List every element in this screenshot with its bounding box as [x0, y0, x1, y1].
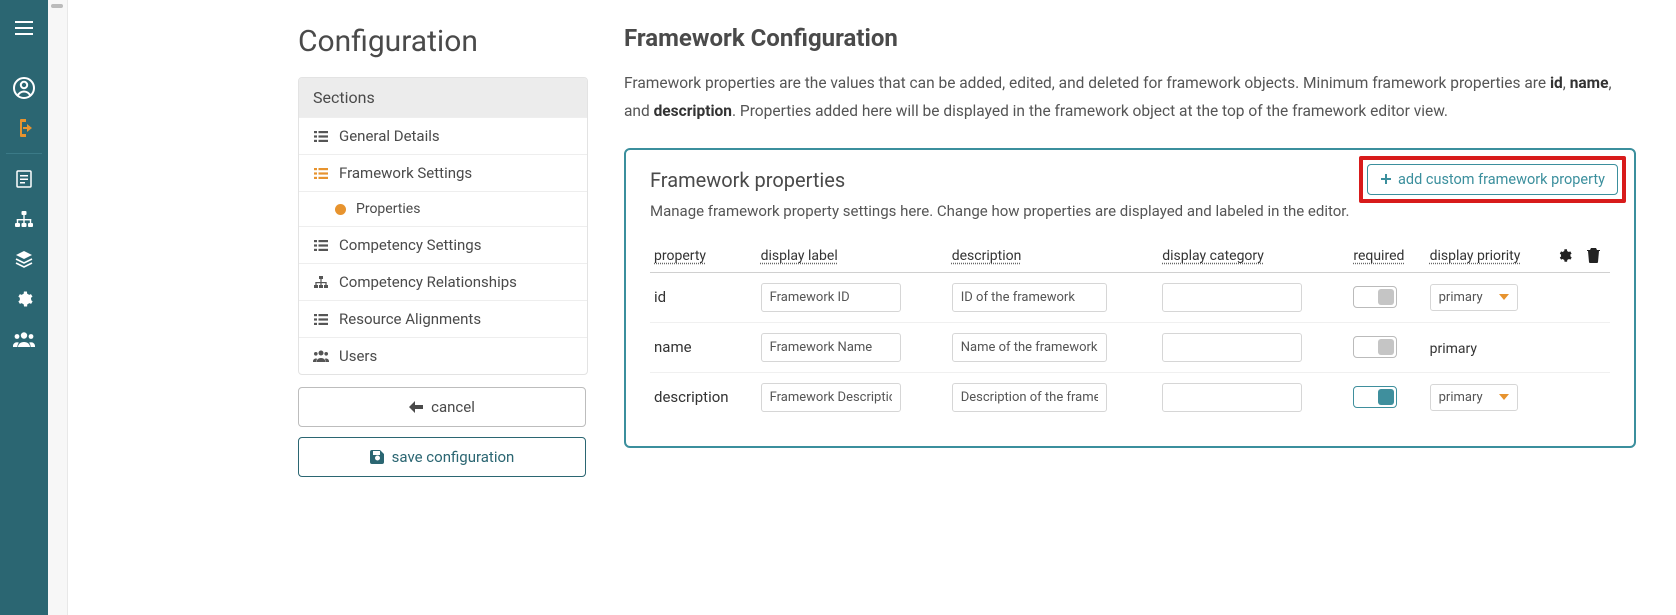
sitemap-icon [313, 276, 329, 288]
plus-icon [1380, 173, 1392, 185]
display-label-input[interactable] [761, 383, 901, 412]
section-label: Competency Settings [339, 236, 481, 254]
properties-table: property display label description displ… [650, 242, 1610, 422]
col-display-label: display label [757, 242, 948, 273]
property-name: name [650, 322, 757, 372]
col-property: property [650, 242, 757, 273]
col-display-category: display category [1158, 242, 1349, 273]
section-label: Competency Relationships [339, 273, 517, 291]
users-icon[interactable] [0, 319, 48, 359]
section-item-general-details[interactable]: General Details [299, 117, 587, 154]
table-row: description primary [650, 372, 1610, 422]
sitemap-icon[interactable] [0, 199, 48, 239]
priority-text: primary [1430, 341, 1477, 357]
list-icon [313, 240, 329, 251]
section-item-competency-settings[interactable]: Competency Settings [299, 226, 587, 263]
col-display-priority: display priority [1426, 242, 1554, 273]
col-settings [1553, 242, 1583, 273]
framework-properties-panel: Framework properties add custom framewor… [624, 148, 1636, 448]
display-category-input[interactable] [1162, 333, 1302, 362]
sections-header: Sections [299, 78, 587, 117]
panel-subtitle: Manage framework property settings here.… [650, 202, 1610, 220]
display-label-input[interactable] [761, 333, 901, 362]
save-button[interactable]: save configuration [298, 437, 586, 477]
highlight-annotation: add custom framework property [1359, 156, 1626, 203]
save-icon [370, 450, 384, 464]
description-input[interactable] [952, 333, 1107, 362]
description-input[interactable] [952, 283, 1107, 312]
section-label: Properties [356, 201, 420, 217]
logout-icon[interactable] [0, 108, 48, 148]
hamburger-icon[interactable] [0, 8, 48, 48]
framework-config-title: Framework Configuration [624, 24, 1636, 52]
framework-config-description: Framework properties are the values that… [624, 70, 1636, 126]
chevron-down-icon [1499, 394, 1509, 400]
page-title: Configuration [298, 24, 588, 59]
required-toggle[interactable] [1353, 386, 1397, 408]
cancel-button-label: cancel [431, 398, 475, 416]
add-button-label: add custom framework property [1398, 171, 1605, 188]
priority-select[interactable]: primary [1430, 284, 1518, 311]
scrollbar[interactable] [48, 0, 68, 615]
section-label: Resource Alignments [339, 310, 481, 328]
required-toggle[interactable] [1353, 336, 1397, 358]
section-item-framework-settings[interactable]: Framework Settings [299, 154, 587, 191]
gear-icon[interactable] [1557, 248, 1579, 263]
description-input[interactable] [952, 383, 1107, 412]
add-custom-property-button[interactable]: add custom framework property [1367, 164, 1618, 195]
list-icon [313, 168, 329, 179]
table-row: id primary [650, 272, 1610, 322]
panel-title: Framework properties [650, 168, 845, 192]
section-item-resource-alignments[interactable]: Resource Alignments [299, 300, 587, 337]
user-circle-icon[interactable] [0, 68, 48, 108]
cancel-button[interactable]: cancel [298, 387, 586, 427]
users-icon [313, 350, 329, 362]
layers-icon[interactable] [0, 239, 48, 279]
section-item-properties[interactable]: Properties [299, 191, 587, 226]
save-button-label: save configuration [392, 448, 515, 466]
col-delete [1583, 242, 1610, 273]
col-required: required [1349, 242, 1425, 273]
section-label: Framework Settings [339, 164, 472, 182]
list-icon [313, 131, 329, 142]
property-name: id [650, 272, 757, 322]
section-item-competency-relationships[interactable]: Competency Relationships [299, 263, 587, 300]
priority-select[interactable]: primary [1430, 384, 1518, 411]
property-name: description [650, 372, 757, 422]
col-description: description [948, 242, 1158, 273]
arrow-left-icon [409, 401, 423, 413]
section-label: General Details [339, 127, 440, 145]
table-row: name primary [650, 322, 1610, 372]
chevron-down-icon [1499, 294, 1509, 300]
app-sidebar [0, 0, 48, 615]
list-icon [313, 314, 329, 325]
section-label: Users [339, 347, 377, 365]
display-category-input[interactable] [1162, 383, 1302, 412]
required-toggle[interactable] [1353, 286, 1397, 308]
sections-panel: Sections General Details Framework Settin… [298, 77, 588, 375]
display-label-input[interactable] [761, 283, 901, 312]
gear-icon[interactable] [0, 279, 48, 319]
trash-icon[interactable] [1587, 248, 1606, 263]
bullet-icon [335, 204, 346, 215]
page-icon[interactable] [0, 159, 48, 199]
section-item-users[interactable]: Users [299, 337, 587, 374]
display-category-input[interactable] [1162, 283, 1302, 312]
